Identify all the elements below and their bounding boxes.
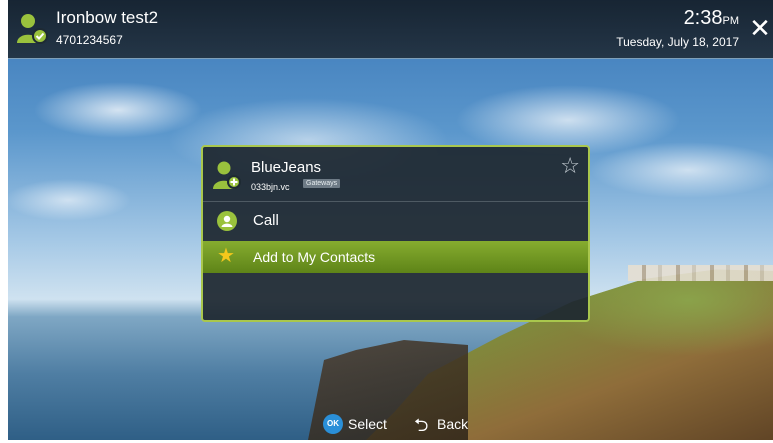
user-number: 4701234567	[56, 33, 123, 47]
ok-button-icon: OK	[323, 414, 343, 434]
contact-add-icon	[213, 161, 241, 189]
clock-time: 2:38PM	[684, 7, 739, 30]
star-icon: ★	[217, 245, 235, 267]
close-icon[interactable]: ✕	[749, 15, 771, 41]
contact-dialog: BlueJeans 033bjn.vc Gateways ☆ Call ★ Ad…	[201, 145, 590, 322]
menu-item-label: Add to My Contacts	[253, 249, 376, 265]
menu-item-add-to-contacts[interactable]: ★ Add to My Contacts	[203, 241, 588, 273]
user-status-icon	[17, 14, 48, 44]
clock-time-value: 2:38	[683, 7, 723, 29]
star-outline-icon[interactable]: ☆	[560, 153, 580, 179]
menu-item-label: Call	[253, 212, 279, 229]
contact-header: BlueJeans 033bjn.vc Gateways ☆	[203, 147, 588, 202]
menu-item-call[interactable]: Call	[203, 205, 588, 237]
clock-date: Tuesday, July 18, 2017	[616, 35, 739, 49]
contact-tag-badge: Gateways	[303, 179, 341, 188]
wallpaper-houses	[628, 265, 773, 281]
person-icon	[217, 211, 237, 231]
select-hint[interactable]: Select	[348, 416, 387, 432]
clock-ampm: PM	[722, 15, 740, 27]
back-hint[interactable]: Back	[437, 416, 468, 432]
back-arrow-icon[interactable]: ⮌	[414, 413, 428, 443]
top-bar: Ironbow test2 4701234567 2:38PM Tuesday,…	[8, 0, 773, 59]
contact-name: BlueJeans	[251, 159, 322, 176]
user-name: Ironbow test2	[56, 8, 159, 27]
contact-address: 033bjn.vc	[251, 182, 290, 192]
